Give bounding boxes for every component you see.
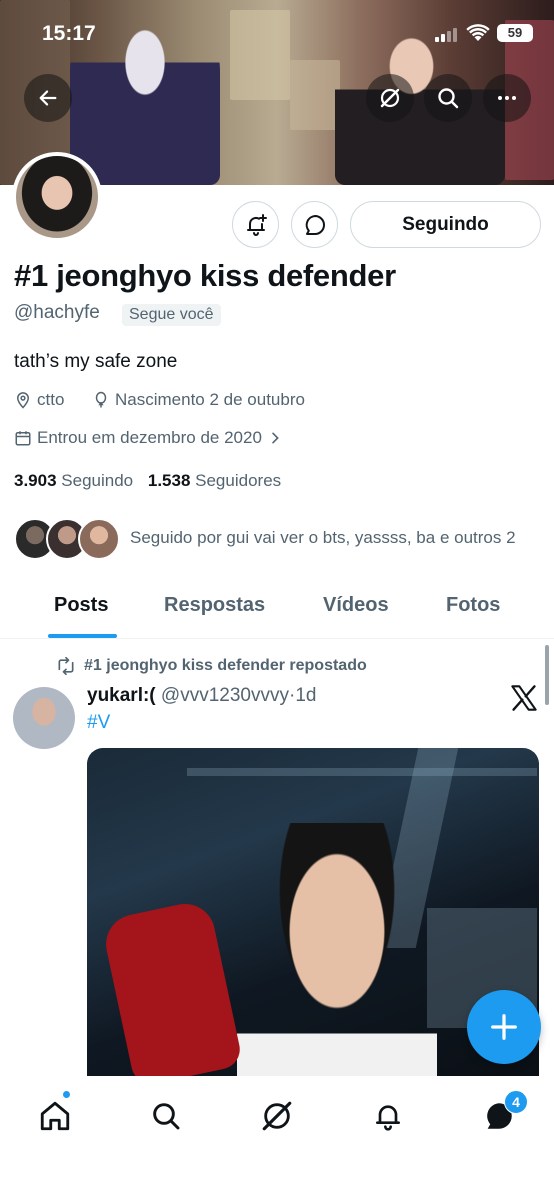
scrollbar[interactable] [545, 645, 549, 705]
repost-icon [58, 657, 74, 675]
bell-icon [376, 1105, 400, 1131]
profile-tabs: Posts Respostas Vídeos Fotos [0, 582, 554, 639]
plus-icon [491, 1014, 517, 1040]
follower-avatar [78, 518, 120, 560]
grok-button[interactable] [366, 74, 414, 122]
calendar-icon [15, 431, 31, 446]
nav-notifications[interactable] [368, 1096, 408, 1136]
post-time: 1d [295, 685, 317, 706]
grok-icon [380, 88, 400, 108]
following-count: 3.903 [14, 471, 57, 490]
arrow-left-icon [39, 90, 57, 106]
more-button[interactable] [483, 74, 531, 122]
home-icon [40, 1101, 70, 1131]
nav-grok[interactable] [257, 1096, 297, 1136]
search-button[interactable] [424, 74, 472, 122]
profile-display-name: #1 jeonghyo kiss defender [14, 258, 396, 293]
messages-badge: 4 [504, 1090, 528, 1114]
profile-joined[interactable]: Entrou em dezembro de 2020 [14, 428, 283, 448]
nav-home[interactable] [35, 1096, 75, 1136]
compose-button[interactable] [467, 990, 541, 1064]
balloon-icon [95, 391, 107, 408]
follows-you-badge: Segue você [122, 304, 221, 326]
post-author-avatar[interactable] [13, 687, 75, 749]
home-notification-dot [62, 1090, 71, 1099]
location-text: ctto [37, 390, 65, 409]
red-glove [100, 898, 244, 1088]
post-author-handle[interactable]: @vvv1230vvvy [161, 685, 289, 706]
followed-by-text: Seguido por gui vai ver o bts, yassss, b… [130, 528, 516, 547]
more-icon [498, 96, 516, 100]
follow-counts: 3.903 Seguindo 1.538 Seguidores [14, 471, 281, 491]
profile-handle: @hachyfe [14, 302, 100, 323]
wifi-icon [466, 24, 490, 41]
post-author-name[interactable]: yukarl:( [87, 685, 156, 706]
birthday-text: Nascimento 2 de outubro [115, 390, 305, 409]
message-button[interactable] [291, 201, 338, 248]
notifications-button[interactable] [232, 201, 279, 248]
chat-bubble-icon [305, 214, 325, 235]
status-time: 15:17 [42, 22, 96, 45]
repost-indicator: #1 jeonghyo kiss defender repostado [56, 657, 367, 675]
status-bar: 15:17 59 [0, 18, 554, 48]
bottom-navigation: 4 [0, 1076, 554, 1199]
search-icon [438, 88, 459, 109]
bell-plus-icon [246, 213, 267, 236]
tab-videos[interactable]: Vídeos [323, 594, 389, 617]
repost-label: #1 jeonghyo kiss defender repostado [84, 657, 367, 674]
grok-icon [262, 1101, 292, 1131]
tab-photos[interactable]: Fotos [446, 594, 500, 617]
following-label: Seguindo [61, 471, 134, 490]
location-pin-icon [16, 392, 30, 409]
photo-subject [237, 823, 437, 1088]
x-logo-icon[interactable] [510, 684, 538, 712]
joined-text: Entrou em dezembro de 2020 [37, 428, 262, 447]
followers-link[interactable]: 1.538 Seguidores [148, 471, 281, 490]
following-link[interactable]: 3.903 Seguindo [14, 471, 133, 490]
followers-label: Seguidores [195, 471, 282, 490]
followed-by[interactable]: Seguido por gui vai ver o bts, yassss, b… [14, 518, 544, 562]
profile-birthday: Nascimento 2 de outubro [92, 390, 305, 410]
tab-posts[interactable]: Posts [54, 594, 108, 617]
profile-location: ctto [14, 390, 64, 410]
followers-count: 1.538 [147, 471, 191, 490]
search-icon [153, 1103, 180, 1130]
post-header: yukarl:( @vvv1230vvvy·1d [87, 685, 316, 707]
back-button[interactable] [24, 74, 72, 122]
signal-icon [435, 28, 457, 42]
nav-search[interactable] [146, 1096, 186, 1136]
post-hashtag[interactable]: #V [87, 712, 110, 734]
profile-avatar[interactable] [12, 152, 102, 242]
active-tab-indicator [48, 634, 117, 638]
tab-replies[interactable]: Respostas [164, 594, 265, 617]
profile-bio: tath’s my safe zone [14, 351, 178, 372]
chevron-right-icon [272, 432, 279, 444]
battery-indicator: 59 [497, 24, 533, 42]
following-button[interactable]: Seguindo [350, 201, 541, 248]
